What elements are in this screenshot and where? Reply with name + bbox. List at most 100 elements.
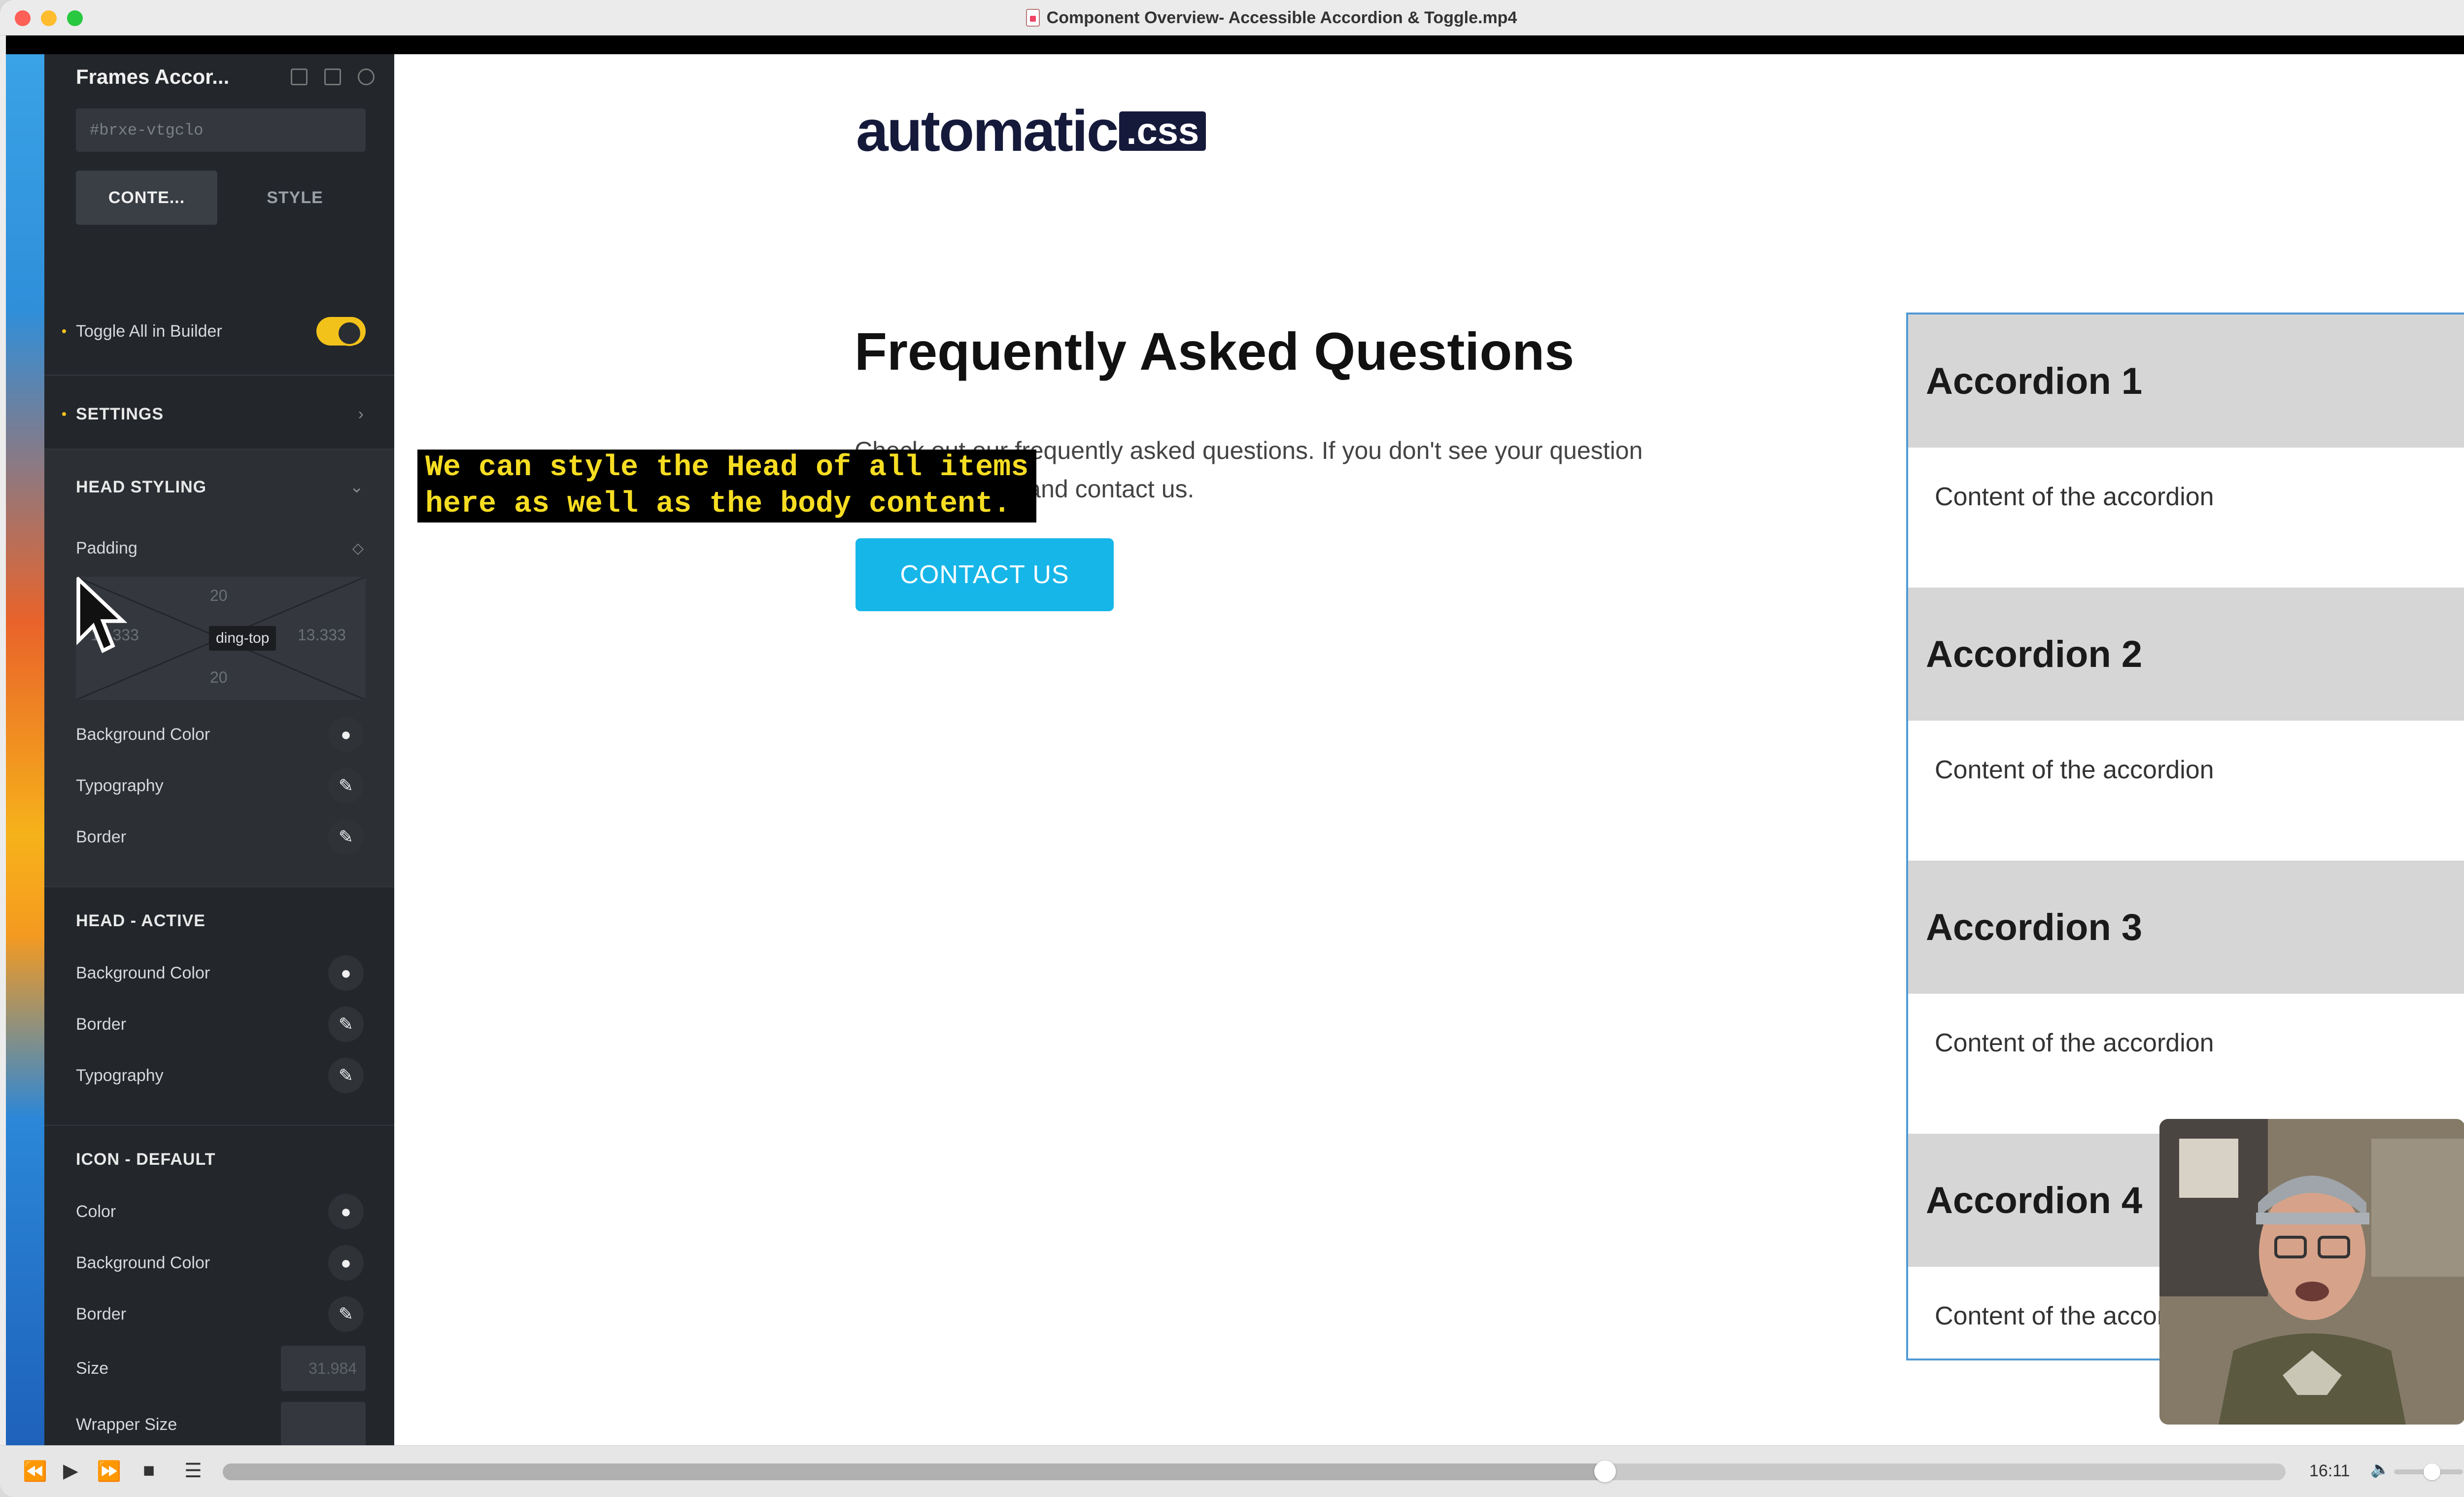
fast-forward-icon[interactable]: ⏩	[97, 1460, 121, 1483]
progress-bar[interactable]	[223, 1461, 2286, 1482]
row-label: Border	[76, 1304, 127, 1323]
chapters-list-icon[interactable]: ☰	[184, 1460, 202, 1482]
rewind-icon[interactable]: ⏪	[23, 1460, 47, 1483]
edit-pencil-icon[interactable]: ✎	[328, 768, 364, 803]
head-bg-color-row: Background Color ●	[76, 717, 366, 752]
row-label: Background Color	[76, 725, 210, 744]
mouse-cursor-icon	[76, 577, 128, 654]
color-drop-icon[interactable]: ●	[328, 717, 364, 752]
accordion-head[interactable]: Accordion 1	[1908, 314, 2464, 448]
automatic-css-logo: automatic .css	[856, 98, 1206, 165]
video-file-icon	[1026, 9, 1040, 27]
element-id-field[interactable]: #brxe-vtgclo	[76, 108, 366, 152]
icon-default-label: ICON - DEFAULT	[76, 1149, 216, 1169]
faq-heading: Frequently Asked Questions	[855, 321, 1574, 381]
builder-sidebar: Frames Accor... #brxe-vtgclo CONTE... ST…	[44, 54, 394, 1474]
icon-size-row: Size 31.984	[76, 1346, 366, 1391]
row-label: Typography	[76, 776, 164, 795]
padding-control[interactable]: 20 13.333 13.333 20 ding-top	[76, 577, 366, 700]
color-drop-icon[interactable]: ●	[328, 1194, 364, 1229]
row-label: Background Color	[76, 963, 210, 982]
chevron-right-icon: ›	[358, 404, 364, 423]
divider	[44, 375, 394, 376]
video-area[interactable]: Frames Accor... #brxe-vtgclo CONTE... ST…	[6, 35, 2464, 1474]
edit-pencil-icon[interactable]: ✎	[328, 1296, 364, 1332]
volume-low-icon[interactable]: 🔈	[2370, 1460, 2390, 1478]
padding-bottom-value[interactable]: 20	[210, 668, 228, 687]
search-icon[interactable]	[358, 69, 375, 85]
size-input[interactable]: 31.984	[281, 1346, 366, 1391]
color-drop-icon[interactable]: ●	[328, 1245, 364, 1281]
accordion-body: Content of the accordion	[1908, 448, 2464, 588]
color-drop-icon[interactable]: ●	[328, 955, 364, 991]
size-label: Size	[76, 1358, 109, 1378]
modified-indicator	[62, 412, 66, 416]
panel-tabs: CONTE... STYLE	[76, 171, 366, 225]
toggle-all-row: Toggle All in Builder	[62, 316, 366, 346]
row-label: Border	[76, 827, 127, 846]
stop-icon[interactable]: ■	[143, 1460, 155, 1482]
icon-color-row: Color ●	[76, 1194, 366, 1229]
row-label: Color	[76, 1202, 116, 1221]
row-label: Typography	[76, 1066, 164, 1085]
element-title: Frames Accor...	[76, 65, 230, 88]
clipboard-icon[interactable]	[291, 69, 308, 85]
accordion-body: Content of the accordion	[1908, 721, 2464, 861]
accordion-head[interactable]: Accordion 3	[1908, 861, 2464, 994]
edit-pencil-icon[interactable]: ✎	[328, 1007, 364, 1042]
settings-label: SETTINGS	[76, 404, 164, 423]
accordion-body: Content of the accordion	[1908, 994, 2464, 1134]
edit-pencil-icon[interactable]: ✎	[328, 1058, 364, 1093]
accordion-head[interactable]: Accordion 2	[1908, 588, 2464, 721]
subtitle-line: here as well as the body content.	[425, 487, 1011, 521]
window-title: Component Overview- Accessible Accordion…	[1046, 8, 1517, 27]
head-border-row: Border ✎	[76, 819, 366, 855]
tab-style[interactable]: STYLE	[224, 171, 366, 225]
icon-bg-color-row: Background Color ●	[76, 1245, 366, 1281]
chevron-down-icon: ⌄	[349, 478, 364, 496]
icon-border-row: Border ✎	[76, 1296, 366, 1332]
padding-label: Padding	[76, 538, 137, 557]
head-styling-section-header[interactable]: HEAD STYLING ⌄	[76, 472, 366, 502]
tab-content[interactable]: CONTE...	[76, 171, 217, 225]
presenter-image	[2159, 1119, 2464, 1425]
sidebar-header: Frames Accor...	[76, 57, 375, 97]
wrapper-size-row: Wrapper Size	[76, 1402, 366, 1447]
desktop-wallpaper-strip	[6, 54, 44, 1474]
hand-icon[interactable]	[324, 69, 341, 85]
active-bg-color-row: Background Color ●	[76, 955, 366, 991]
modified-indicator	[62, 329, 66, 333]
progress-fill	[223, 1463, 1605, 1480]
presenter-webcam	[2159, 1119, 2464, 1425]
toggle-all-switch[interactable]	[316, 317, 366, 346]
head-active-section-header: HEAD - ACTIVE	[76, 906, 366, 936]
logo-badge: .css	[1119, 110, 1206, 152]
play-icon[interactable]: ▶	[63, 1460, 78, 1482]
progress-knob[interactable]	[1594, 1461, 1616, 1482]
wrapper-size-label: Wrapper Size	[76, 1415, 177, 1434]
link-sides-icon[interactable]: ◇	[352, 540, 364, 557]
row-label: Background Color	[76, 1253, 210, 1272]
divider	[44, 886, 394, 887]
padding-row: Padding ◇	[76, 533, 366, 563]
padding-tooltip: ding-top	[209, 626, 276, 651]
volume-knob[interactable]	[2424, 1463, 2440, 1480]
sidebar-header-icons	[291, 69, 375, 85]
active-typography-row: Typography ✎	[76, 1058, 366, 1093]
padding-right-value[interactable]: 13.333	[298, 626, 346, 644]
settings-section-header[interactable]: SETTINGS ›	[62, 399, 366, 429]
wrapper-size-input[interactable]	[281, 1402, 366, 1447]
contact-us-button[interactable]: CONTACT US	[856, 538, 1114, 611]
row-label: Border	[76, 1014, 127, 1034]
divider	[44, 1125, 394, 1126]
subtitle-caption: We can style the Head of all items here a…	[417, 450, 1037, 522]
head-active-label: HEAD - ACTIVE	[76, 911, 205, 930]
title-bar: Component Overview- Accessible Accordion…	[0, 0, 2464, 35]
icon-default-section-header: ICON - DEFAULT	[76, 1145, 366, 1174]
subtitle-line: We can style the Head of all items	[425, 451, 1029, 485]
logo-text: automatic	[856, 99, 1119, 164]
edit-pencil-icon[interactable]: ✎	[328, 819, 364, 855]
elapsed-time: 16:11	[2309, 1462, 2350, 1480]
head-styling-label: HEAD STYLING	[76, 477, 207, 496]
padding-top-value[interactable]: 20	[210, 587, 228, 605]
